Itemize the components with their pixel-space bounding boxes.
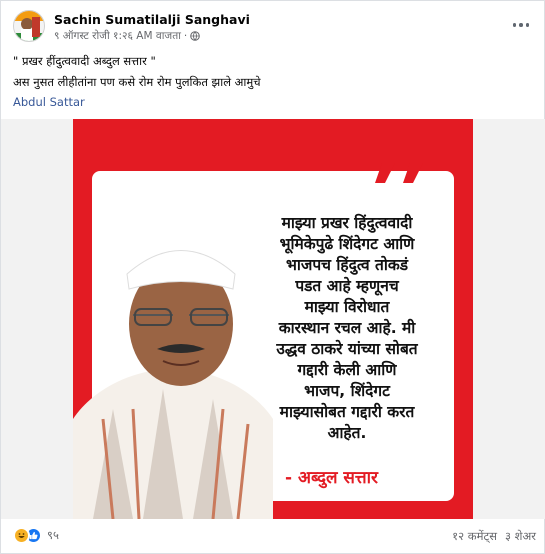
post-text-line-2: अस नुसत लीहीतांना पण कसे रोम रोम पुलकित … — [13, 75, 261, 89]
avatar-image — [14, 11, 44, 41]
post-body: " प्रखर हींदुत्ववादी अब्दुल सत्तार " अस … — [13, 51, 533, 93]
quote-line: भूमिकेपुढे शिंदेगट आणि — [279, 235, 415, 253]
quote-line: भाजपच हिंदुत्व तोकडं — [285, 256, 409, 274]
quote-line: माझ्या प्रखर हिंदुत्ववादी — [281, 214, 413, 232]
post-meta: ९ ऑगस्ट रोजी १:२६ AM वाजता · — [54, 29, 201, 43]
post-text-line-1: " प्रखर हींदुत्ववादी अब्दुल सत्तार " — [13, 54, 156, 68]
post-timestamp[interactable]: ९ ऑगस्ट रोजी १:२६ AM वाजता — [54, 29, 181, 43]
author-name[interactable]: Sachin Sumatilalji Sanghavi — [54, 12, 250, 27]
comments-count-link[interactable]: १२ कमेंट्स — [452, 529, 497, 544]
quote-mark-icon — [373, 143, 423, 183]
quote-poster: माझ्या प्रखर हिंदुत्ववादी भूमिकेपुढे शिं… — [73, 119, 473, 519]
poster-signature: - अब्दुल सत्तार — [285, 468, 379, 488]
post-header: Sachin Sumatilalji Sanghavi ९ ऑगस्ट रोजी… — [13, 10, 538, 44]
tagged-person-link[interactable]: Abdul Sattar — [13, 95, 85, 109]
quote-line: आहेत. — [327, 424, 367, 442]
facebook-post-card: Sachin Sumatilalji Sanghavi ९ ऑगस्ट रोजी… — [0, 0, 545, 554]
quote-line: उद्धव ठाकरे यांच्या सोबत — [276, 340, 418, 358]
reactions-summary[interactable]: ९५ — [13, 527, 59, 544]
post-image-area[interactable]: माझ्या प्रखर हिंदुत्ववादी भूमिकेपुढे शिं… — [1, 119, 545, 519]
more-options-icon[interactable] — [510, 14, 532, 36]
quote-line: माझ्यासोबत गद्दारी करत — [279, 403, 415, 421]
quote-line: पडत आहे म्हणूनच — [295, 277, 399, 295]
quote-line: कारस्थान रचल आहे. मी — [278, 319, 416, 337]
reaction-count: ९५ — [47, 528, 59, 542]
author-avatar[interactable] — [13, 10, 45, 42]
globe-icon[interactable] — [190, 31, 201, 41]
meta-separator: · — [183, 30, 188, 42]
quote-line: भाजप, शिंदेगट — [304, 382, 390, 400]
quote-line: गद्दारी केली आणि — [297, 361, 397, 379]
post-footer: ९५ १२ कमेंट्स ३ शेअर — [13, 525, 538, 547]
engagement-stats: १२ कमेंट्स ३ शेअर — [452, 529, 536, 544]
shares-count-link[interactable]: ३ शेअर — [505, 529, 536, 544]
poster-quote: माझ्या प्रखर हिंदुत्ववादी भूमिकेपुढे शिं… — [243, 213, 451, 444]
laugh-reaction-icon — [13, 527, 30, 544]
quote-line: माझ्या विरोधात — [304, 298, 390, 316]
